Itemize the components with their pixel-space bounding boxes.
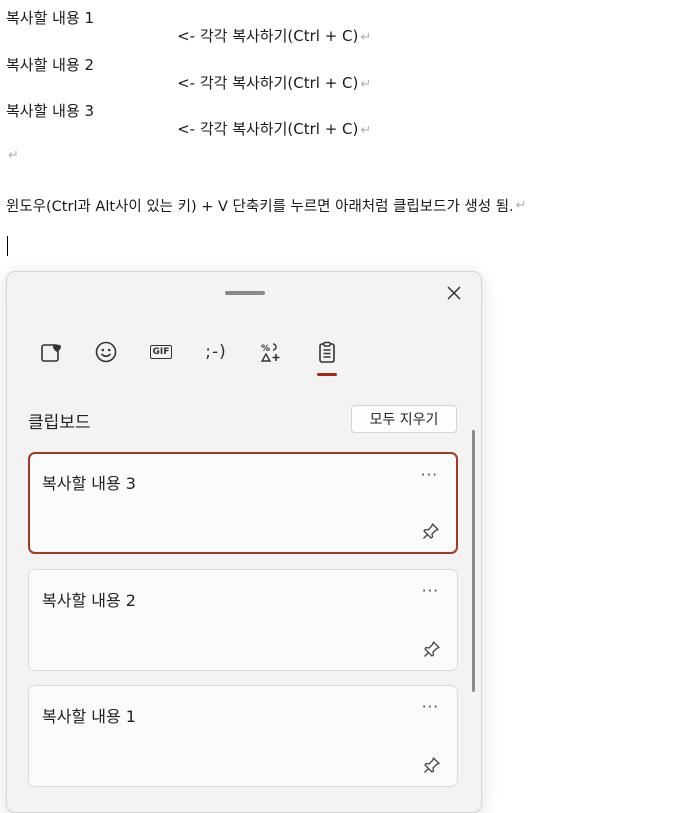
- drag-handle[interactable]: [225, 291, 265, 295]
- paragraph-mark: ↵: [360, 123, 372, 138]
- kaomoji-icon: ;-): [205, 342, 227, 362]
- emoji-icon: [95, 341, 117, 363]
- symbols-icon: %: [260, 343, 280, 362]
- tab-kaomoji[interactable]: ;-): [198, 334, 234, 370]
- active-tab-indicator: [317, 373, 337, 376]
- more-options-button[interactable]: ···: [422, 582, 439, 600]
- doc-line-text: 복사할 내용 1: [6, 9, 95, 27]
- section-title: 클립보드: [28, 413, 91, 433]
- doc-line-1: 복사할 내용 1 <- 각각 복사하기(Ctrl + C) ↵: [6, 7, 426, 45]
- doc-line-3: 복사할 내용 3 <- 각각 복사하기(Ctrl + C) ↵: [6, 100, 426, 138]
- close-icon: [447, 286, 461, 300]
- pin-icon[interactable]: [423, 640, 441, 658]
- paragraph-mark: ↵: [515, 198, 527, 213]
- doc-line-text: 복사할 내용 2: [6, 56, 95, 74]
- doc-instruction-line: 윈도우(Ctrl과 Alt사이 있는 키) + V 단축키를 누르면 아래처럼 …: [6, 195, 527, 216]
- text-caret: [7, 236, 8, 256]
- clipboard-item-1[interactable]: 복사할 내용 3 ···: [28, 452, 458, 554]
- clipboard-item-3[interactable]: 복사할 내용 1 ···: [28, 685, 458, 787]
- clipboard-item-text: 복사할 내용 3: [42, 474, 136, 493]
- gif-icon: GIF: [149, 345, 173, 359]
- paragraph-mark: ↵: [8, 148, 19, 163]
- clipboard-item-text: 복사할 내용 1: [42, 707, 136, 726]
- doc-line-hint: <- 각각 복사하기(Ctrl + C) ↵: [177, 120, 372, 138]
- favorites-icon: [41, 344, 61, 362]
- clipboard-panel: GIF ;-) % 클립보드 모두 지우기 복사할 내용 3 ··· 복사할 내…: [6, 271, 482, 813]
- doc-instruction-text: 윈도우(Ctrl과 Alt사이 있는 키) + V 단축키를 누르면 아래처럼 …: [6, 199, 514, 215]
- doc-line-text: 복사할 내용 3: [6, 102, 95, 120]
- tab-clipboard[interactable]: [309, 334, 345, 376]
- close-button[interactable]: [443, 282, 465, 304]
- clipboard-item-text: 복사할 내용 2: [42, 591, 136, 610]
- scrollbar[interactable]: [472, 430, 475, 692]
- clear-all-button[interactable]: 모두 지우기: [351, 405, 457, 433]
- tab-favorites[interactable]: [33, 334, 69, 370]
- more-options-button[interactable]: ···: [421, 466, 438, 484]
- clipboard-item-2[interactable]: 복사할 내용 2 ···: [28, 569, 458, 671]
- tab-emoji[interactable]: [88, 334, 124, 370]
- more-options-button[interactable]: ···: [422, 698, 439, 716]
- pin-icon[interactable]: [422, 522, 440, 540]
- paragraph-mark: ↵: [360, 77, 372, 92]
- paragraph-mark: ↵: [360, 30, 372, 45]
- empty-paragraph: ↵: [6, 148, 19, 163]
- svg-text:%: %: [261, 344, 270, 354]
- doc-line-2: 복사할 내용 2 <- 각각 복사하기(Ctrl + C) ↵: [6, 54, 426, 92]
- tab-symbols[interactable]: %: [253, 334, 289, 370]
- tab-gif[interactable]: GIF: [143, 334, 179, 370]
- clipboard-icon: [319, 341, 335, 363]
- pin-icon[interactable]: [423, 756, 441, 774]
